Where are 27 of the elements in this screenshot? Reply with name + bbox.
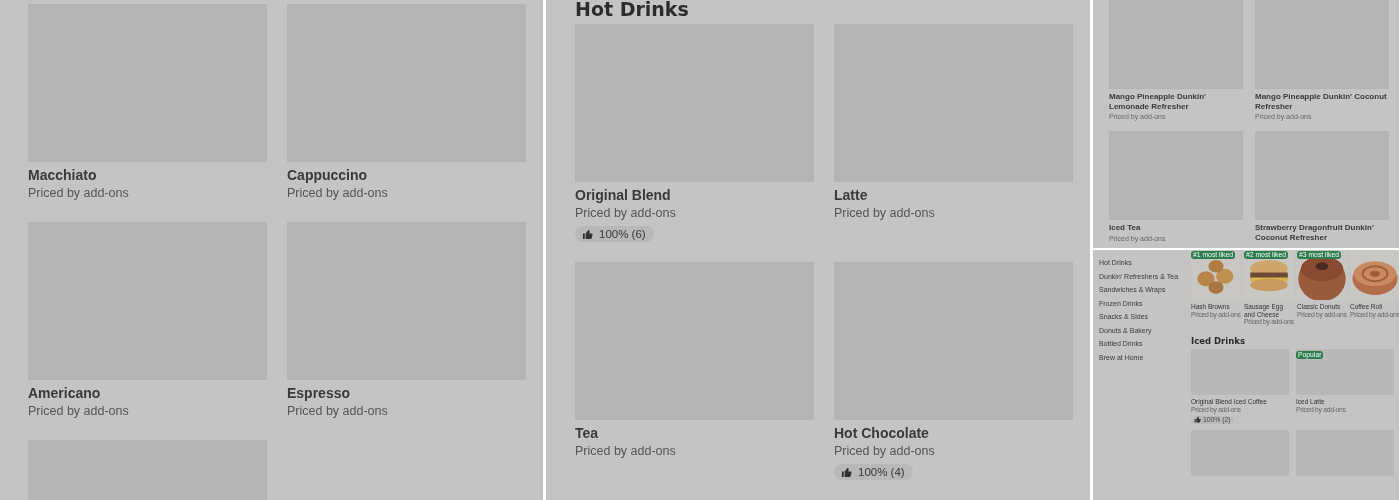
item-name[interactable]: Mango Pineapple Dunkin' Coconut Refresher [1255, 92, 1389, 111]
item-name[interactable]: Tea [575, 424, 599, 442]
thumbs-up-icon [841, 466, 852, 478]
item-name[interactable]: Hot Chocolate [834, 424, 929, 442]
item-name[interactable]: Mango Pineapple Dunkin' Lemonade Refresher [1109, 92, 1243, 111]
item-name[interactable]: Americano [28, 384, 101, 402]
section-heading: Hot Drinks [575, 0, 690, 21]
rating-text: 100% (6) [599, 228, 646, 240]
item-price: Priced by add-ons [28, 403, 129, 420]
item-price: Priced by add-ons [287, 185, 388, 202]
item-name[interactable]: Cappuccino [287, 166, 368, 184]
item-name[interactable]: Latte [834, 186, 868, 204]
rating-text: 100% (4) [858, 466, 905, 478]
item-price: Priced by add-ons [575, 205, 676, 222]
item-name[interactable]: Original Blend [575, 186, 671, 204]
item-name[interactable]: Iced Tea [1109, 223, 1141, 233]
thumbs-up-icon [582, 228, 593, 240]
item-price: Priced by add-ons [575, 443, 676, 460]
item-price: Priced by add-ons [28, 185, 129, 202]
item-name[interactable]: Espresso [287, 384, 351, 402]
item-price: Priced by add-ons [287, 403, 388, 420]
item-name[interactable]: Strawberry Dragonfruit Dunkin' Coconut Refresher [1255, 223, 1389, 242]
item-price: Priced by add-ons [834, 443, 935, 460]
item-name[interactable]: Macchiato [28, 166, 97, 184]
thumbs-up-icon [1194, 416, 1201, 423]
item-price: Priced by add-ons [834, 205, 935, 222]
section-heading: Iced Drinks [1191, 336, 1246, 346]
